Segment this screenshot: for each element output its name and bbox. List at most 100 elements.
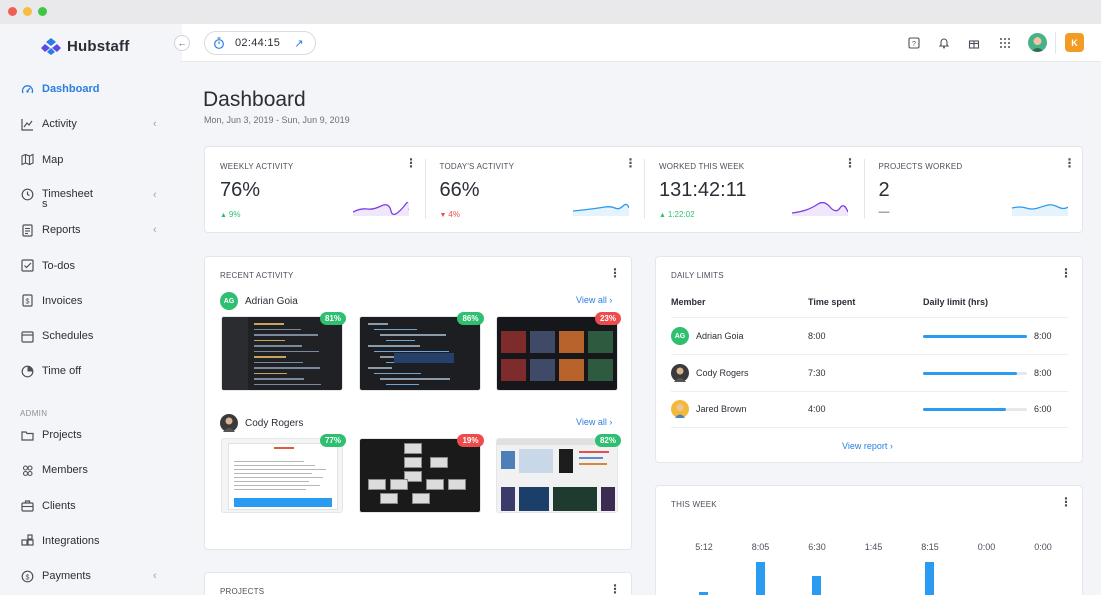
sidebar-item-projects[interactable]: Projects	[0, 420, 182, 450]
sidebar-item-label: Timesheet s	[42, 187, 93, 210]
admin-section-label: ADMIN	[20, 409, 48, 418]
activity-percent-badge: 19%	[457, 434, 484, 447]
sidebar-item-dashboard[interactable]: Dashboard	[0, 74, 182, 104]
integrations-icon	[20, 534, 34, 548]
member-name: Adrian Goia	[696, 331, 744, 341]
organization-badge[interactable]: K	[1065, 33, 1084, 52]
stat-value: 131:42:11	[659, 179, 747, 201]
window-titlebar	[0, 0, 1101, 24]
activity-screenshot[interactable]: 81%	[221, 312, 346, 391]
stat-menu-icon[interactable]: ⋮	[405, 157, 417, 169]
close-window-dot[interactable]	[8, 7, 17, 16]
member-avatar[interactable]	[220, 414, 238, 432]
activity-screenshot[interactable]: 23%	[496, 312, 621, 391]
help-icon[interactable]: ?	[906, 35, 922, 51]
column-header-member[interactable]: Member	[671, 297, 706, 307]
sidebar-item-label: Members	[42, 464, 88, 477]
day-bar[interactable]	[925, 562, 934, 595]
sidebar-item-label: Invoices	[42, 294, 83, 307]
projects-menu-icon[interactable]: ⋮	[609, 583, 621, 595]
arrow-up-icon: ▲	[659, 212, 668, 219]
time-spent-value: 7:30	[808, 367, 826, 378]
column-header-time-spent[interactable]: Time spent	[808, 297, 855, 307]
sidebar-item-activity[interactable]: Activity ‹	[0, 109, 182, 139]
member-name[interactable]: Cody Rogers	[245, 418, 303, 429]
sidebar-item-map[interactable]: Map	[0, 145, 182, 175]
limit-row-member[interactable]: Jared Brown	[671, 400, 747, 418]
screenshot-thumbnail	[496, 438, 618, 513]
stat-menu-icon[interactable]: ⋮	[625, 157, 637, 169]
daily-limits-menu-icon[interactable]: ⋮	[1060, 267, 1072, 279]
stat-title: WEEKLY ACTIVITY	[220, 162, 294, 171]
member-avatar[interactable]: AG	[220, 292, 238, 310]
chevron-right-icon: ›	[606, 295, 613, 305]
member-name: Jared Brown	[696, 404, 747, 414]
stat-menu-icon[interactable]: ⋮	[844, 157, 856, 169]
calendar-icon	[20, 329, 34, 343]
date-range[interactable]: Mon, Jun 3, 2019 - Sun, Jun 9, 2019	[204, 115, 350, 125]
brand-logo[interactable]: Hubstaff	[41, 36, 129, 56]
view-report-link[interactable]: View report ›	[842, 441, 893, 451]
minimize-window-dot[interactable]	[23, 7, 32, 16]
day-total-label: 1:45	[864, 542, 883, 552]
daily-limits-card: DAILY LIMITS ⋮ Member Time spent Daily l…	[655, 256, 1083, 463]
collapse-sidebar-button[interactable]: ←	[174, 35, 190, 51]
activity-screenshot[interactable]: 19%	[358, 434, 484, 513]
activity-percent-badge: 81%	[319, 312, 346, 325]
timer-widget[interactable]: 02:44:15 ↗	[204, 31, 316, 55]
bell-icon[interactable]	[936, 35, 952, 51]
member-name[interactable]: Adrian Goia	[245, 296, 298, 307]
stat-value: 2	[878, 179, 890, 201]
view-all-link[interactable]: View all ›	[576, 417, 612, 427]
svg-text:$: $	[25, 574, 29, 581]
stat-divider	[424, 159, 426, 219]
sidebar-item-clients[interactable]: Clients	[0, 491, 182, 521]
sparkline	[353, 202, 409, 216]
sidebar-item-to-dos[interactable]: To-dos	[0, 251, 182, 281]
sidebar-item-integrations[interactable]: Integrations	[0, 526, 182, 556]
map-icon	[20, 153, 34, 167]
timeoff-icon	[20, 364, 34, 378]
sidebar-item-schedules[interactable]: Schedules	[0, 321, 182, 351]
sidebar-item-label: To-dos	[42, 259, 76, 272]
this-week-menu-icon[interactable]: ⋮	[1060, 496, 1072, 508]
day-bar[interactable]	[755, 562, 765, 595]
recent-activity-menu-icon[interactable]: ⋮	[609, 267, 621, 279]
arrow-up-icon: ▲	[220, 212, 229, 219]
stat-title: PROJECTS WORKED	[878, 162, 963, 171]
sidebar-item-invoices[interactable]: $ Invoices	[0, 286, 182, 316]
timer-value: 02:44:15	[235, 37, 281, 49]
members-icon	[20, 463, 34, 477]
sidebar: Hubstaff Dashboard Activity ‹ Map Timesheet …	[0, 24, 182, 595]
sidebar-item-timesheets[interactable]: Timesheet s ‹	[0, 180, 182, 210]
stat-worked-this-week: WORKED THIS WEEK 131:42:11 ▲ 1:22:02 ⋮	[644, 147, 863, 233]
open-timer-arrow-icon[interactable]: ↗	[294, 37, 303, 50]
limit-row-member[interactable]: AG Adrian Goia	[671, 327, 744, 345]
stat-today-s-activity: TODAY'S ACTIVITY 66% ▼ 4% ⋮	[425, 147, 644, 233]
chevron-left-icon: ‹	[153, 224, 157, 237]
user-avatar[interactable]	[1028, 33, 1047, 52]
view-all-link[interactable]: View all ›	[576, 295, 612, 305]
maximize-window-dot[interactable]	[38, 7, 47, 16]
sidebar-item-label: Activity	[42, 118, 77, 131]
todos-icon	[20, 259, 34, 273]
sparkline	[792, 202, 848, 216]
sidebar-item-time-off[interactable]: Time off	[0, 356, 182, 386]
table-bottom-divider	[671, 427, 1068, 428]
stat-menu-icon[interactable]: ⋮	[1064, 157, 1076, 169]
sidebar-item-reports[interactable]: Reports ‹	[0, 215, 182, 245]
sidebar-item-members[interactable]: Members	[0, 455, 182, 485]
sidebar-item-label: Clients	[42, 499, 76, 512]
sidebar-item-label: Integrations	[42, 534, 100, 547]
gift-icon[interactable]	[966, 35, 982, 51]
activity-screenshot[interactable]: 82%	[496, 434, 621, 513]
apps-grid-icon[interactable]	[997, 35, 1013, 51]
day-total-label: 0:00	[977, 542, 996, 552]
sidebar-item-payments[interactable]: $ Payments ‹	[0, 561, 182, 591]
activity-screenshot[interactable]: 77%	[221, 434, 346, 513]
brand-name: Hubstaff	[67, 37, 130, 55]
limit-row-member[interactable]: Cody Rogers	[671, 363, 749, 382]
day-bar[interactable]	[812, 576, 821, 595]
activity-screenshot[interactable]: 86%	[358, 312, 484, 391]
column-header-daily-limit[interactable]: Daily limit (hrs)	[923, 297, 988, 307]
